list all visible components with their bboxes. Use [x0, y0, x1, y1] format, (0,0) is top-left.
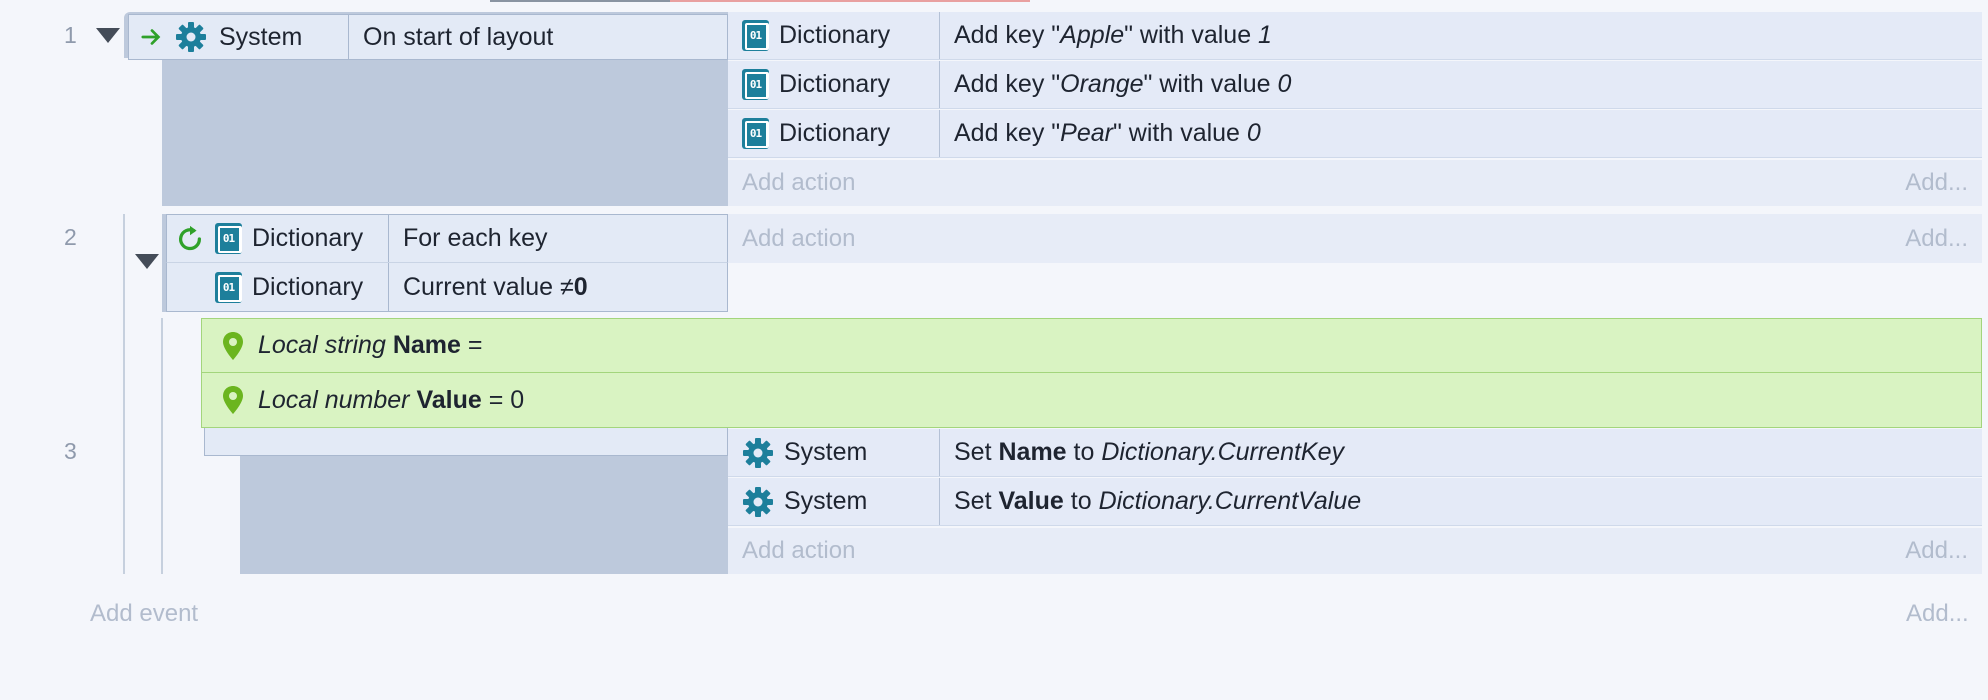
- dictionary-icon: 01: [215, 271, 242, 303]
- action-row[interactable]: 01 Dictionary Add key "Orange" with value…: [728, 61, 1982, 109]
- add-action-link[interactable]: Add action: [742, 225, 855, 253]
- key-name: Apple: [1060, 21, 1125, 49]
- add-action-row[interactable]: Add action Add...: [728, 528, 1982, 574]
- gear-icon: [743, 437, 773, 468]
- key-value: 1: [1258, 21, 1272, 49]
- gear-icon: [743, 486, 773, 517]
- condition-object-name: Dictionary: [252, 224, 364, 252]
- add-more-link[interactable]: Add...: [1905, 225, 1968, 253]
- dictionary-icon: 01: [742, 69, 769, 100]
- add-action-link[interactable]: Add action: [742, 169, 855, 197]
- event-number: 1: [64, 22, 77, 48]
- add-more-link[interactable]: Add...: [1906, 600, 1969, 628]
- key-value: 0: [1277, 70, 1292, 98]
- condition-object-name: Dictionary: [252, 272, 364, 301]
- event-number: 3: [64, 438, 77, 464]
- collapse-toggle-icon[interactable]: [135, 254, 159, 269]
- variable-name: Name: [998, 438, 1067, 466]
- pin-icon: [223, 331, 243, 360]
- local-variable-text: Local number Value = 0: [258, 385, 525, 414]
- action-text: Add key "Apple" with value 1: [954, 21, 1272, 49]
- expression: Dictionary.CurrentKey: [1101, 438, 1345, 466]
- local-variable-row[interactable]: Local number Value = 0: [201, 373, 1982, 428]
- key-name: Pear: [1060, 119, 1113, 147]
- action-text: Set Value to Dictionary.CurrentValue: [954, 487, 1362, 515]
- condition-text: On start of layout: [363, 22, 554, 51]
- add-more-link[interactable]: Add...: [1905, 169, 1968, 197]
- dictionary-icon: 01: [742, 20, 769, 51]
- expression: Dictionary.CurrentValue: [1098, 487, 1362, 515]
- action-object-name: Dictionary: [779, 70, 891, 98]
- event-2-condition[interactable]: 01 Dictionary For each key: [166, 214, 728, 263]
- event-3-condition[interactable]: [204, 428, 728, 456]
- event-2-condition[interactable]: 01 Dictionary Current value ≠ 0: [166, 263, 728, 312]
- action-row[interactable]: System Set Value to Dictionary.CurrentVa…: [728, 478, 1982, 526]
- local-variable-row[interactable]: Local string Name =: [201, 318, 1982, 373]
- action-text: Add key "Orange" with value 0: [954, 70, 1292, 98]
- dictionary-icon: 01: [742, 118, 769, 149]
- event-1-block: [162, 56, 728, 206]
- dictionary-icon: 01: [215, 223, 242, 254]
- action-object-name: Dictionary: [779, 119, 891, 147]
- group-guide-line: [123, 214, 125, 574]
- action-text: Set Name to Dictionary.CurrentKey: [954, 438, 1345, 466]
- condition-text: Current value ≠ 0: [403, 272, 588, 301]
- action-object-name: System: [784, 438, 868, 466]
- pin-icon: [223, 386, 243, 414]
- condition-value: 0: [573, 272, 588, 301]
- condition-object-name: System: [219, 22, 303, 51]
- action-text: Add key "Pear" with value 0: [954, 119, 1261, 147]
- top-strip-accent: [670, 0, 1030, 2]
- action-row[interactable]: 01 Dictionary Add key "Pear" with value 0: [728, 110, 1982, 158]
- variable-name: Name: [392, 331, 461, 359]
- collapse-toggle-icon[interactable]: [96, 28, 120, 43]
- variable-name: Value: [998, 487, 1064, 515]
- action-object-name: System: [784, 487, 868, 515]
- action-row[interactable]: System Set Name to Dictionary.CurrentKey: [728, 429, 1982, 477]
- condition-text: For each key: [403, 224, 548, 252]
- add-event-link[interactable]: Add event: [90, 600, 198, 628]
- variable-name: Value: [416, 385, 482, 414]
- add-more-link[interactable]: Add...: [1905, 537, 1968, 565]
- action-object-name: Dictionary: [779, 21, 891, 49]
- add-action-link[interactable]: Add action: [742, 537, 855, 565]
- key-value: 0: [1246, 119, 1261, 147]
- action-row[interactable]: 01 Dictionary Add key "Apple" with value …: [728, 12, 1982, 60]
- arrow-right-icon: [141, 29, 161, 45]
- top-strip: [490, 0, 670, 2]
- event-number: 2: [64, 224, 77, 250]
- event-3-block: [240, 456, 728, 574]
- key-name: Orange: [1060, 70, 1144, 98]
- event-1-condition[interactable]: System On start of layout: [128, 14, 728, 60]
- subevent-guide-line: [161, 318, 163, 574]
- gear-icon: [176, 22, 206, 52]
- add-action-row[interactable]: Add action Add...: [728, 160, 1982, 206]
- local-variable-text: Local string Name =: [258, 331, 483, 359]
- loop-icon: [179, 225, 202, 250]
- add-action-row[interactable]: Add action Add...: [728, 214, 1982, 263]
